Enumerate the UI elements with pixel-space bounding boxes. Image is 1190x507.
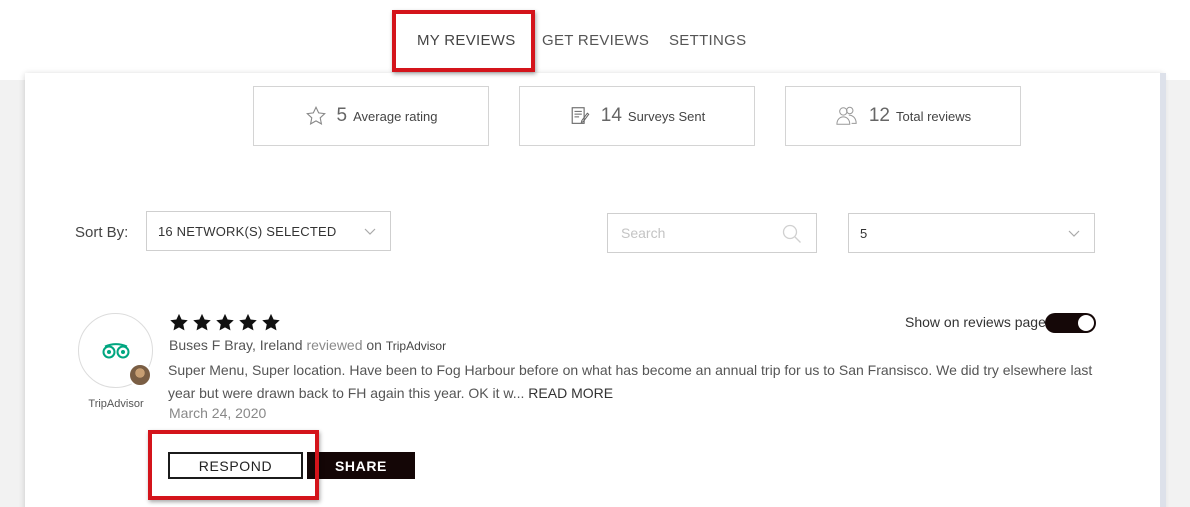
star-filled-icon [262, 313, 280, 331]
stat-label: Average rating [353, 108, 438, 124]
share-button[interactable]: SHARE [307, 452, 415, 479]
stat-value: 12 [868, 105, 890, 126]
stat-surveys-sent: 14 Surveys Sent [519, 86, 755, 146]
tab-settings[interactable]: SETTINGS [669, 32, 746, 49]
review-text: Super Menu, Super location. Have been to… [168, 362, 1093, 401]
read-more-link[interactable]: READ MORE [528, 385, 613, 401]
chevron-down-icon [1068, 230, 1080, 237]
toggle-knob [1078, 315, 1094, 331]
respond-button[interactable]: RESPOND [168, 452, 303, 479]
show-on-page-label: Show on reviews page [905, 314, 1046, 330]
review-tabs: MY REVIEWS GET REVIEWS SETTINGS [0, 0, 1190, 80]
star-filled-icon [239, 313, 257, 331]
scrollbar-track[interactable] [1160, 73, 1166, 507]
stat-label: Total reviews [896, 108, 972, 124]
tab-get-reviews[interactable]: GET REVIEWS [542, 32, 649, 49]
avatar [128, 363, 152, 387]
review-body: Super Menu, Super location. Have been to… [168, 359, 1113, 405]
on-word: on [366, 337, 382, 353]
star-filled-icon [193, 313, 211, 331]
network-select-value: 16 NETWORK(S) SELECTED [158, 223, 337, 239]
stat-total-reviews: 12 Total reviews [785, 86, 1021, 146]
survey-document-icon [571, 107, 590, 124]
stat-value: 14 [600, 105, 622, 126]
users-icon [836, 106, 857, 125]
star-filled-icon [216, 313, 234, 331]
search-box [607, 213, 817, 253]
page-size-value: 5 [860, 225, 868, 241]
stat-label: Surveys Sent [627, 108, 706, 124]
star-filled-icon [170, 313, 188, 331]
page-size-select[interactable]: 5 [848, 213, 1095, 253]
show-on-page-toggle[interactable] [1045, 313, 1096, 333]
stat-average-rating: 5 Average rating [253, 86, 489, 146]
search-input[interactable] [608, 214, 778, 252]
chevron-down-icon [364, 228, 376, 235]
reviewed-word: reviewed [306, 337, 363, 353]
reviewer-line: Buses F Bray, Ireland reviewed on TripAd… [169, 337, 446, 353]
star-rating [169, 313, 281, 331]
review-date: March 24, 2020 [169, 405, 267, 421]
star-outline-icon [305, 106, 326, 125]
search-icon[interactable] [782, 224, 802, 244]
stat-value: 5 [336, 105, 348, 126]
review-network: TripAdvisor [385, 339, 447, 353]
sort-by-label: Sort By: [75, 224, 129, 241]
tab-my-reviews[interactable]: MY REVIEWS [417, 32, 516, 49]
source-logo-label: TripAdvisor [88, 398, 144, 410]
reviewer-name: Buses F Bray, Ireland [169, 337, 303, 353]
tripadvisor-owl-icon [102, 343, 130, 359]
network-select[interactable]: 16 NETWORK(S) SELECTED [146, 211, 391, 251]
